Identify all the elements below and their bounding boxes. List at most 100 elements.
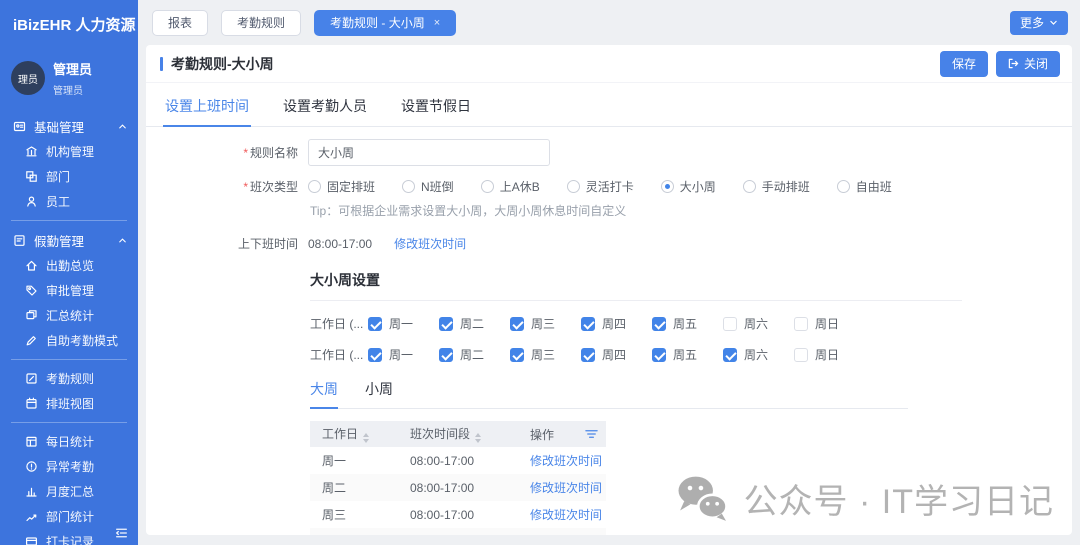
sidebar-item-label: 部门统计 — [46, 508, 94, 525]
sidebar-item-summary-stats[interactable]: 汇总统计 — [0, 303, 138, 328]
radio-flexible-punch[interactable]: 灵活打卡 — [567, 178, 634, 195]
radio-label: N班倒 — [421, 178, 454, 195]
weekday-checkbox-mon[interactable]: 周一 — [368, 315, 416, 332]
modify-shift-time-link[interactable]: 修改班次时间 — [394, 235, 466, 252]
checkbox-icon[interactable] — [581, 348, 595, 362]
page-title: 考勤规则-大小周 — [171, 54, 274, 74]
checkbox-icon[interactable] — [581, 317, 595, 331]
weekday-checkbox-wed[interactable]: 周三 — [510, 346, 558, 363]
sidebar-section-leave-mgmt[interactable]: 假勤管理 — [0, 227, 138, 253]
weekday-label: 周三 — [531, 346, 555, 363]
sidebar-item-label: 考勤规则 — [46, 370, 94, 387]
sidebar-item-label: 审批管理 — [46, 282, 94, 299]
weekday-checkbox-thu[interactable]: 周四 — [581, 315, 629, 332]
modify-shift-time-link[interactable]: 修改班次时间 — [530, 508, 602, 522]
checkbox-icon[interactable] — [794, 348, 808, 362]
close-button[interactable]: 关闭 — [996, 51, 1060, 77]
radio-work-a-rest-b[interactable]: 上A休B — [481, 178, 540, 195]
required-asterisk: * — [243, 146, 248, 160]
app-window: iBizEHR 人力资源 理员 管理员 管理员 基础管理 机构管理 部门 — [0, 0, 1080, 545]
radio-icon[interactable] — [308, 180, 321, 193]
sidebar-collapse-icon[interactable] — [114, 526, 129, 540]
tab-set-attendance-staff[interactable]: 设置考勤人员 — [281, 87, 369, 127]
tab-attendance-rules-bigsmallweek[interactable]: 考勤规则 - 大小周 × — [314, 10, 456, 36]
weekday-checkbox-sun[interactable]: 周日 — [794, 315, 842, 332]
checkbox-icon[interactable] — [794, 317, 808, 331]
radio-fixed-shift[interactable]: 固定排班 — [308, 178, 375, 195]
weekday-checkbox-sat[interactable]: 周六 — [723, 346, 771, 363]
radio-icon[interactable] — [661, 180, 674, 193]
checkbox-icon[interactable] — [368, 317, 382, 331]
weekday-checkbox-mon[interactable]: 周一 — [368, 346, 416, 363]
radio-icon[interactable] — [481, 180, 494, 193]
radio-icon[interactable] — [743, 180, 756, 193]
radio-icon[interactable] — [402, 180, 415, 193]
radio-manual-schedule[interactable]: 手动排班 — [743, 178, 810, 195]
checkbox-icon[interactable] — [510, 348, 524, 362]
save-button[interactable]: 保存 — [940, 51, 988, 77]
tab-big-week[interactable]: 大周 — [310, 379, 338, 409]
sidebar-item-org-mgmt[interactable]: 机构管理 — [0, 139, 138, 164]
sidebar-section-label: 假勤管理 — [34, 231, 109, 250]
radio-free-shift[interactable]: 自由班 — [837, 178, 892, 195]
weekday-label: 周二 — [460, 346, 484, 363]
home-icon — [25, 259, 38, 272]
sidebar-item-attendance-overview[interactable]: 出勤总览 — [0, 253, 138, 278]
checkbox-icon[interactable] — [652, 317, 666, 331]
department-icon — [25, 170, 38, 183]
weekday-checkbox-sat[interactable]: 周六 — [723, 315, 771, 332]
cell-time: 08:00-17:00 — [398, 528, 518, 535]
sidebar-item-employee[interactable]: 员工 — [0, 189, 138, 214]
tab-reports[interactable]: 报表 — [152, 10, 208, 36]
sidebar-item-department[interactable]: 部门 — [0, 164, 138, 189]
weekday-checkbox-wed[interactable]: 周三 — [510, 315, 558, 332]
sidebar-item-self-attendance-mode[interactable]: 自助考勤模式 — [0, 328, 138, 353]
checkbox-icon[interactable] — [723, 317, 737, 331]
title-accent-bar — [160, 57, 163, 71]
sidebar-item-label: 员工 — [46, 193, 70, 210]
sidebar-item-monthly-summary[interactable]: 月度汇总 — [0, 479, 138, 504]
checkbox-icon[interactable] — [723, 348, 737, 362]
column-header-workday: 工作日 — [310, 421, 398, 447]
more-button[interactable]: 更多 — [1010, 11, 1068, 35]
user-icon — [25, 195, 38, 208]
weekday-checkbox-fri[interactable]: 周五 — [652, 315, 700, 332]
checkbox-icon[interactable] — [439, 317, 453, 331]
checkbox-icon[interactable] — [652, 348, 666, 362]
checkbox-icon[interactable] — [439, 348, 453, 362]
weekday-label: 周六 — [744, 315, 768, 332]
close-tab-icon[interactable]: × — [434, 17, 440, 29]
modify-shift-time-link[interactable]: 修改班次时间 — [530, 481, 602, 495]
weekday-checkbox-sun[interactable]: 周日 — [794, 346, 842, 363]
weekday-checkbox-fri[interactable]: 周五 — [652, 346, 700, 363]
work-time-row: 上下班时间 08:00-17:00 修改班次时间 — [146, 235, 1072, 252]
sidebar-section-basic-mgmt[interactable]: 基础管理 — [0, 113, 138, 139]
radio-n-shift[interactable]: N班倒 — [402, 178, 454, 195]
rule-name-input[interactable] — [308, 139, 550, 166]
table-row: 周二08:00-17:00修改班次时间 — [310, 474, 606, 501]
tab-small-week[interactable]: 小周 — [365, 379, 393, 409]
checkbox-icon[interactable] — [368, 348, 382, 362]
sidebar-item-approval-mgmt[interactable]: 审批管理 — [0, 278, 138, 303]
sidebar-item-schedule-view[interactable]: 排班视图 — [0, 391, 138, 416]
tab-set-holidays[interactable]: 设置节假日 — [399, 87, 473, 127]
radio-icon[interactable] — [837, 180, 850, 193]
radio-icon[interactable] — [567, 180, 580, 193]
checkbox-icon[interactable] — [510, 317, 524, 331]
tab-attendance-rules[interactable]: 考勤规则 — [221, 10, 301, 36]
weekday-label: 周一 — [389, 315, 413, 332]
tab-set-work-time[interactable]: 设置上班时间 — [163, 87, 251, 127]
weekday-checkbox-tue[interactable]: 周二 — [439, 346, 487, 363]
sidebar-item-attendance-rules[interactable]: 考勤规则 — [0, 366, 138, 391]
filter-icon[interactable] — [585, 428, 598, 440]
modify-shift-time-link[interactable]: 修改班次时间 — [530, 454, 602, 468]
weekday-checkbox-thu[interactable]: 周四 — [581, 346, 629, 363]
weekday-checkbox-tue[interactable]: 周二 — [439, 315, 487, 332]
sidebar-item-abnormal-attendance[interactable]: 异常考勤 — [0, 454, 138, 479]
sort-icon[interactable] — [475, 433, 481, 443]
weekday-label: 周五 — [673, 315, 697, 332]
sort-icon[interactable] — [363, 433, 369, 443]
sidebar-item-daily-stats[interactable]: 每日统计 — [0, 429, 138, 454]
divider — [310, 300, 962, 301]
radio-big-small-week[interactable]: 大小周 — [661, 178, 716, 195]
